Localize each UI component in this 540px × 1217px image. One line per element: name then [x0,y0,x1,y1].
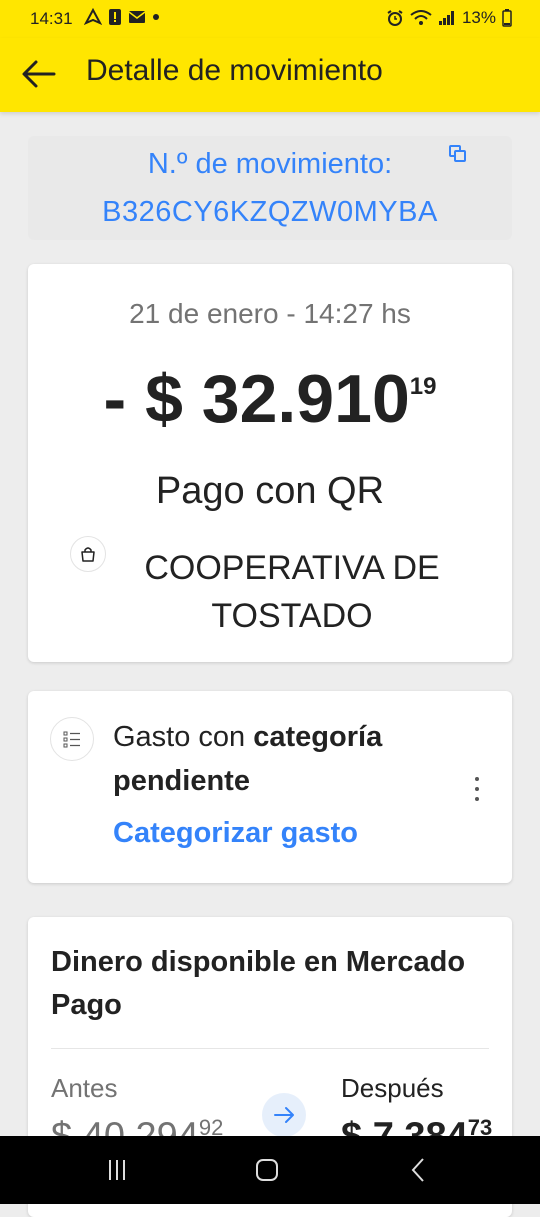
payment-amount-cents: 19 [409,373,437,400]
divider [51,1048,489,1049]
alarm-icon [387,10,403,26]
category-text: Gasto con [113,721,254,753]
home-icon[interactable] [252,1156,282,1184]
app-bar: Detalle de movimiento [0,38,540,112]
payment-card: 21 de enero - 14:27 hs - $ 32.91019 Pago… [28,264,512,662]
payment-date: 21 de enero - 14:27 hs [129,298,411,329]
balance-heading: Dinero disponible en Mercado Pago [51,946,466,1021]
navigation-icon [84,8,102,25]
page-title: Detalle de movimiento [86,54,383,87]
shopping-bag-icon [81,547,95,562]
category-icon-circle [50,717,94,761]
movement-id-box: N.º de movimiento: B326CY6KZQZW0MYBA [28,136,512,240]
payment-amount: - $ 32.91019 [28,360,512,438]
signal-icon [438,11,454,25]
status-right-icons: 13% [386,8,512,28]
merchant-name: COOPERATIVA DE TOSTADO [144,549,440,635]
categorize-expense-link[interactable]: Categorizar gasto [113,817,358,850]
list-icon [63,731,80,748]
back-icon[interactable] [404,1156,434,1184]
payment-type: Pago con QR [155,470,385,512]
merchant-icon-circle [70,536,106,572]
status-left-icons [84,8,160,26]
mail-icon [128,11,146,23]
battery-icon [502,9,512,27]
movement-id-value[interactable]: B326CY6KZQZW0MYBA [28,188,512,236]
system-nav-bar [0,1136,540,1204]
arrow-left-icon[interactable] [20,56,60,92]
battery-percent: 13% [461,8,496,27]
category-card: Gasto con categoría pendiente Categoriza… [28,691,512,883]
dot-icon [153,14,159,20]
copy-icon[interactable] [448,144,468,164]
wifi-icon [410,10,432,25]
before-label: Antes [51,1073,118,1103]
after-label: Después [341,1073,444,1103]
status-bar: 14:31 13% [0,0,540,38]
recent-apps-icon[interactable] [102,1156,132,1184]
payment-amount-main: - $ 32.910 [103,361,410,437]
arrow-right-icon [274,1107,294,1123]
movement-id-label: N.º de movimiento: [147,148,393,180]
balance-arrow-circle [262,1093,306,1137]
alert-icon [109,9,121,25]
category-status: Gasto con categoría pendiente [113,715,443,803]
more-vertical-icon[interactable] [472,775,482,803]
status-time: 14:31 [30,9,73,28]
